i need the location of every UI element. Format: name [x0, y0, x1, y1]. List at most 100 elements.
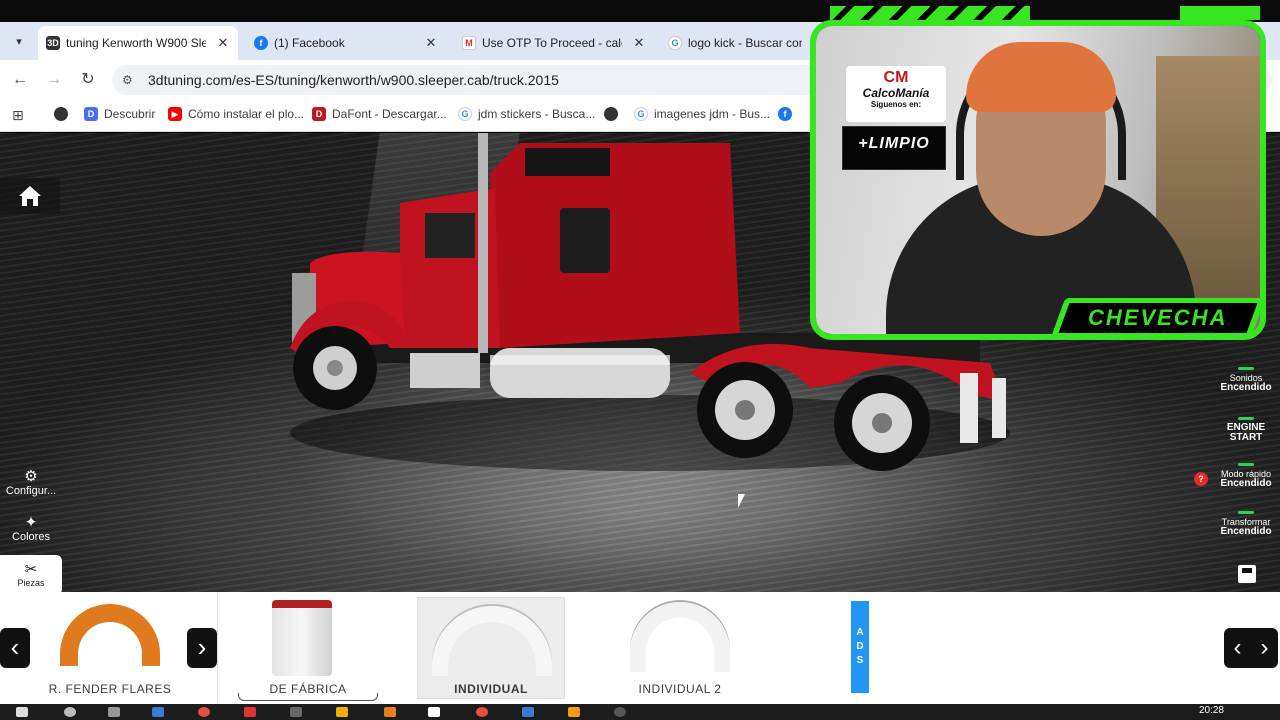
facebook-icon: f: [254, 36, 268, 50]
help-icon[interactable]: ?: [1194, 472, 1208, 486]
logo-name: CalcoManía: [862, 86, 930, 100]
status-led: [1238, 367, 1254, 370]
home-button[interactable]: [0, 178, 60, 214]
chrome-icon[interactable]: [198, 707, 210, 717]
illustrator-icon[interactable]: [568, 707, 580, 717]
folder-icon[interactable]: [336, 707, 348, 717]
next-category-button[interactable]: ›: [187, 628, 217, 668]
tab-search-icon[interactable]: ▾: [8, 30, 30, 52]
streamer-name: CHEVECHA: [1088, 305, 1228, 330]
rear-wheel: [834, 375, 930, 471]
tab-gmail[interactable]: M Use OTP To Proceed - calco ✕: [454, 26, 654, 60]
gmail-icon: M: [462, 36, 476, 50]
fast-mode-toggle[interactable]: Modo rápido Encendido: [1216, 463, 1276, 489]
parts-pager[interactable]: ‹ ›: [1224, 628, 1278, 668]
rear-wheel: [697, 362, 793, 458]
close-icon[interactable]: ✕: [424, 35, 438, 51]
engine-toggle[interactable]: ENGINE START: [1216, 417, 1276, 443]
tab-title: Use OTP To Proceed - calco: [482, 36, 622, 50]
tab-facebook[interactable]: f (1) Facebook ✕: [246, 26, 446, 60]
parts-carousel: ‹ R. FENDER FLARES › DE FÁBRICA INDIVIDU…: [0, 592, 1280, 704]
google-icon: G: [668, 36, 682, 50]
tools-icon: ✂: [24, 561, 38, 578]
bookmark-globe[interactable]: [54, 107, 68, 121]
logo-follow: Síguenos en:: [870, 100, 922, 109]
taskbar: 20:28: [0, 704, 1280, 720]
close-icon[interactable]: ✕: [216, 35, 230, 51]
calcomania-logo: CM CalcoManía Síguenos en:: [846, 66, 946, 122]
reload-icon[interactable]: ↻: [78, 70, 98, 90]
bookmark-item[interactable]: ▶ Cómo instalar el plo...: [168, 107, 304, 121]
close-icon[interactable]: ✕: [632, 35, 646, 51]
clock: 20:28: [1198, 705, 1224, 716]
bookmark-item[interactable]: Gjdm stickers - Busca...: [458, 107, 595, 121]
ads-letter: D: [856, 641, 864, 652]
app-icon[interactable]: [384, 707, 396, 717]
overlay-accent: [1180, 6, 1260, 20]
colors-button[interactable]: ✦ Colores: [0, 509, 62, 549]
forward-icon[interactable]: →: [44, 70, 64, 90]
bookmark-item[interactable]: Gimagenes jdm - Bus...: [634, 107, 770, 121]
config-label: Configur...: [5, 485, 57, 497]
part-label: INDIVIDUAL: [454, 682, 528, 696]
prev-category-button[interactable]: ‹: [0, 628, 30, 668]
url-text[interactable]: 3dtuning.com/es-ES/tuning/kenworth/w900.…: [148, 72, 559, 88]
webcam-frame: CM CalcoManía Síguenos en: +LIMPIO: [810, 20, 1266, 340]
globe-icon: [54, 107, 68, 121]
parts-label: Piezas: [17, 578, 45, 588]
mouse-cursor: [738, 494, 745, 508]
bookmark-facebook[interactable]: f: [778, 107, 792, 121]
transform-toggle[interactable]: Transformar Encendido: [1216, 511, 1276, 537]
app-icon[interactable]: [290, 707, 302, 717]
dafont-icon: D: [312, 107, 326, 121]
back-icon[interactable]: ←: [10, 70, 30, 90]
tab-title: tuning Kenworth W900 Slee: [66, 36, 206, 50]
google-icon: G: [634, 107, 648, 121]
bookmark-item[interactable]: D DaFont - Descargar...: [312, 107, 447, 121]
apps-icon[interactable]: ⊞: [12, 107, 24, 124]
config-button[interactable]: ⚙ Configur...: [0, 463, 62, 503]
chevron-left-icon[interactable]: ‹: [1234, 634, 1242, 662]
factory-part-thumbnail[interactable]: [272, 600, 332, 676]
fender-flares-thumbnail[interactable]: [60, 604, 160, 666]
app-icon[interactable]: [614, 707, 626, 717]
screen: ▾ 3D tuning Kenworth W900 Slee ✕ f (1) F…: [0, 0, 1280, 720]
toggle-state: Encendido: [1220, 478, 1272, 489]
part-label: INDIVIDUAL 2: [638, 682, 722, 696]
tab-title: logo kick - Buscar con G: [688, 36, 802, 50]
tab-google[interactable]: G logo kick - Buscar con G: [660, 26, 810, 60]
divider: [217, 592, 218, 704]
app-icon[interactable]: [152, 707, 164, 717]
bookmark-label: Descubrir: [104, 107, 156, 121]
sponsor-logo: +LIMPIO: [842, 126, 946, 170]
globe-icon: [604, 107, 618, 121]
status-led: [1238, 511, 1254, 514]
sounds-toggle[interactable]: Sonidos Encendido: [1216, 367, 1276, 393]
facebook-icon: f: [778, 107, 792, 121]
bookmark-globe[interactable]: [604, 107, 618, 121]
bookmark-item[interactable]: D Descubrir: [84, 107, 155, 121]
google-icon: G: [458, 107, 472, 121]
parts-button[interactable]: ✂ Piezas: [0, 555, 62, 592]
hover-underline: [238, 693, 378, 701]
site-info-icon[interactable]: ⚙: [122, 73, 136, 87]
start-icon[interactable]: [16, 707, 28, 717]
app-icon[interactable]: [428, 707, 440, 717]
app-icon[interactable]: [522, 707, 534, 717]
chrome-icon[interactable]: [476, 707, 488, 717]
taskview-icon[interactable]: [108, 707, 120, 717]
status-led: [1238, 417, 1254, 420]
paint-icon: ✦: [24, 514, 38, 531]
search-icon[interactable]: [64, 707, 76, 717]
save-icon[interactable]: [1238, 565, 1256, 583]
tab-3dtuning[interactable]: 3D tuning Kenworth W900 Slee ✕: [38, 26, 238, 60]
app-icon[interactable]: [244, 707, 256, 717]
bookmark-label: jdm stickers - Busca...: [478, 107, 596, 121]
ads-letter: A: [856, 627, 864, 638]
colors-label: Colores: [12, 531, 50, 543]
webcam-overlay: CM CalcoManía Síguenos en: +LIMPIO CHEVE…: [800, 6, 1276, 346]
ads-banner[interactable]: A D S: [851, 601, 869, 693]
bookmark-label: DaFont - Descargar...: [332, 107, 447, 121]
chevron-right-icon[interactable]: ›: [1261, 634, 1269, 662]
individual-2-part-thumbnail[interactable]: [630, 602, 730, 672]
